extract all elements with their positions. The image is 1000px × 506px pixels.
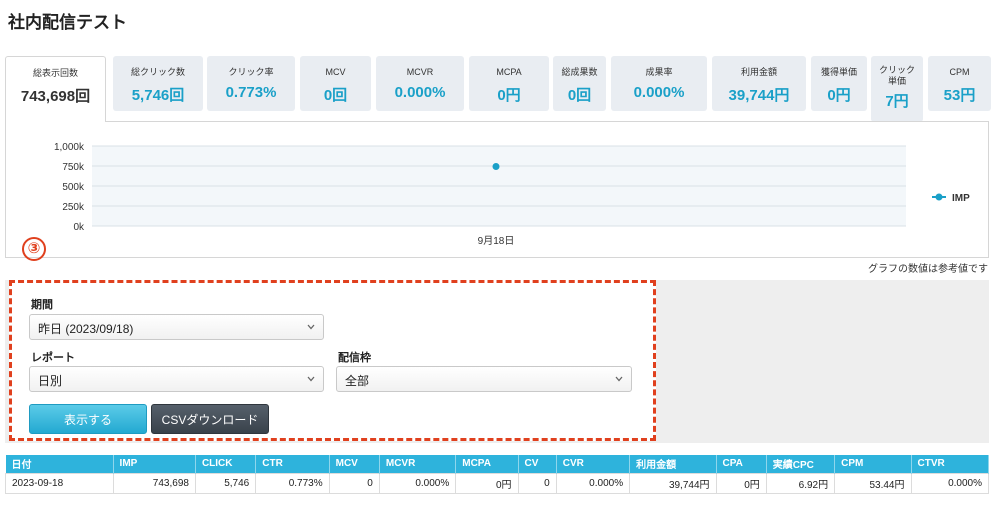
tab-label: 成果率 bbox=[645, 67, 673, 77]
column-header: 利用金額 bbox=[629, 455, 717, 473]
tab-label: クリック率 bbox=[228, 67, 274, 77]
column-header: MCPA bbox=[455, 455, 519, 473]
page-title: 社内配信テスト bbox=[8, 13, 127, 32]
tab-value: 0.000% bbox=[394, 84, 446, 101]
table-cell: 0 bbox=[328, 472, 380, 494]
column-header: MCVR bbox=[379, 455, 457, 473]
tab-value: 53円 bbox=[943, 87, 976, 104]
report-label: レポート bbox=[31, 352, 75, 364]
slot-label: 配信枠 bbox=[338, 352, 371, 364]
slot-select[interactable]: 全部 bbox=[336, 366, 632, 392]
table-cell: 2023-09-18 bbox=[5, 472, 114, 494]
impressions-chart: 1,000k 750k 500k 250k 0k 9月18日 IMP bbox=[54, 142, 970, 247]
table-cell: 53.44円 bbox=[834, 472, 912, 494]
tab-label: 利用金額 bbox=[740, 67, 777, 77]
table-cell: 0.000% bbox=[555, 472, 631, 494]
tab-cpc[interactable]: クリック単価 7円 bbox=[871, 56, 923, 122]
y-tick-label: 0k bbox=[73, 222, 85, 233]
y-tick-label: 1,000k bbox=[54, 142, 85, 153]
tab-label: クリック単価 bbox=[878, 65, 915, 86]
tab-label: 獲得単価 bbox=[820, 67, 857, 77]
data-point bbox=[492, 163, 500, 171]
tab-cpm[interactable]: CPM 53円 bbox=[928, 56, 991, 111]
tab-value: 0円 bbox=[497, 87, 521, 104]
y-tick-label: 500k bbox=[62, 182, 85, 193]
chart-panel: 1,000k 750k 500k 250k 0k 9月18日 IMP bbox=[5, 121, 989, 258]
tab-value: 0.773% bbox=[225, 84, 277, 101]
report-table: 日付 IMP CLICK CTR MCV MCVR MCPA CV CVR 利用… bbox=[5, 455, 989, 494]
column-header: IMP bbox=[113, 455, 196, 473]
tab-value: 743,698回 bbox=[20, 88, 91, 105]
tab-value: 39,744円 bbox=[728, 87, 790, 104]
tab-value: 0回 bbox=[323, 87, 348, 104]
column-header: CVR bbox=[556, 455, 631, 473]
column-header: CTVR bbox=[911, 455, 989, 473]
tab-label: CPM bbox=[949, 67, 970, 77]
tab-mcpa[interactable]: MCPA 0円 bbox=[469, 56, 549, 111]
table-cell: 0.773% bbox=[255, 472, 330, 494]
tab-value: 7円 bbox=[885, 93, 909, 110]
table-header-row: 日付 IMP CLICK CTR MCV MCVR MCPA CV CVR 利用… bbox=[5, 455, 989, 473]
table-cell: 743,698 bbox=[112, 472, 196, 494]
table-cell: 0円 bbox=[715, 472, 767, 494]
y-tick-label: 250k bbox=[62, 202, 85, 213]
tab-label: MCPA bbox=[496, 67, 522, 77]
csv-download-button[interactable]: CSVダウンロード bbox=[151, 404, 269, 434]
tab-label: 総成果数 bbox=[561, 67, 598, 77]
legend-label: IMP bbox=[952, 193, 970, 204]
tab-value: 0円 bbox=[827, 87, 851, 104]
chart-note: グラフの数値は参考値です bbox=[868, 264, 988, 275]
report-select[interactable]: 日別 bbox=[29, 366, 324, 392]
chevron-down-icon bbox=[307, 324, 315, 330]
y-tick-label: 750k bbox=[62, 162, 85, 173]
show-button[interactable]: 表示する bbox=[29, 404, 147, 434]
table-cell: 39,744円 bbox=[629, 472, 717, 494]
column-header: MCV bbox=[329, 455, 380, 473]
column-header: CPM bbox=[834, 455, 912, 473]
tab-conversion-rate[interactable]: 成果率 0.000% bbox=[611, 56, 707, 111]
column-header: CPA bbox=[716, 455, 767, 473]
tab-conversions[interactable]: 総成果数 0回 bbox=[553, 56, 606, 111]
slot-select-value: 全部 bbox=[345, 374, 370, 388]
tab-value: 5,746回 bbox=[131, 87, 185, 104]
tab-label: MCV bbox=[325, 67, 346, 77]
report-select-value: 日別 bbox=[38, 374, 63, 388]
x-tick-label: 9月18日 bbox=[478, 235, 515, 247]
tab-label: 総クリック数 bbox=[130, 67, 185, 77]
table-cell: 0 bbox=[517, 472, 557, 494]
column-header: 実績CPC bbox=[766, 455, 836, 473]
table-cell: 6.92円 bbox=[765, 472, 836, 494]
table-cell: 5,746 bbox=[194, 472, 257, 494]
chevron-down-icon bbox=[307, 376, 315, 382]
tab-clicks[interactable]: 総クリック数 5,746回 bbox=[113, 56, 203, 111]
table-cell: 0円 bbox=[455, 472, 519, 494]
chevron-down-icon bbox=[615, 376, 623, 382]
column-header: CTR bbox=[255, 455, 330, 473]
tab-value: 0回 bbox=[567, 87, 592, 104]
tab-value: 0.000% bbox=[633, 84, 685, 101]
column-header: CV bbox=[518, 455, 557, 473]
column-header: 日付 bbox=[5, 455, 114, 473]
tab-label: MCVR bbox=[406, 67, 434, 77]
legend-marker bbox=[935, 193, 943, 201]
table-cell: 0.000% bbox=[378, 472, 457, 494]
table-row: 2023-09-18 743,698 5,746 0.773% 0 0.000%… bbox=[5, 472, 989, 494]
tab-label: 総表示回数 bbox=[32, 68, 78, 78]
tab-mcvr[interactable]: MCVR 0.000% bbox=[376, 56, 464, 111]
column-header: CLICK bbox=[195, 455, 257, 473]
table-cell: 0.000% bbox=[910, 472, 989, 494]
tab-spend[interactable]: 利用金額 39,744円 bbox=[712, 56, 806, 111]
step-number-badge: ③ bbox=[22, 237, 46, 261]
tab-cpa[interactable]: 獲得単価 0円 bbox=[811, 56, 867, 111]
tab-impressions[interactable]: 総表示回数 743,698回 bbox=[5, 56, 106, 122]
tab-ctr[interactable]: クリック率 0.773% bbox=[207, 56, 295, 111]
period-select[interactable]: 昨日 (2023/09/18) bbox=[29, 314, 324, 340]
metric-tabs: 総表示回数 743,698回 総クリック数 5,746回 クリック率 0.773… bbox=[5, 56, 991, 122]
period-select-value: 昨日 (2023/09/18) bbox=[38, 322, 134, 336]
tab-mcv[interactable]: MCV 0回 bbox=[300, 56, 371, 111]
period-label: 期間 bbox=[31, 299, 53, 311]
